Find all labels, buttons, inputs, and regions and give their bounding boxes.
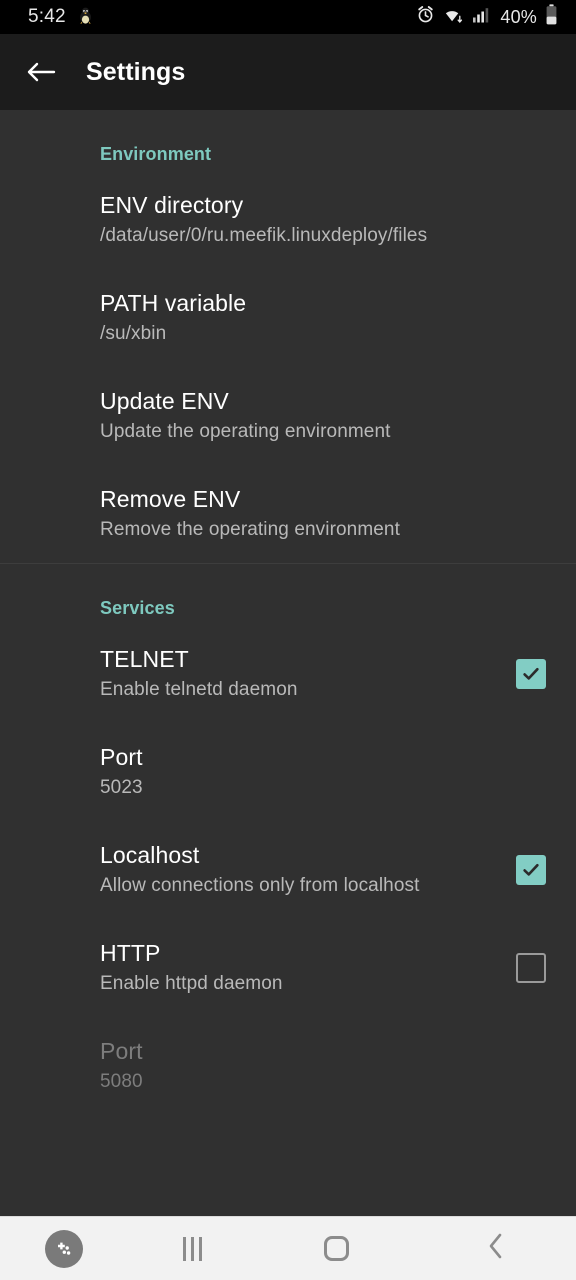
- pref-title: Remove ENV: [100, 486, 241, 512]
- home-button[interactable]: [256, 1236, 416, 1261]
- pref-title: Port: [100, 744, 143, 770]
- game-booster-button[interactable]: [0, 1229, 128, 1268]
- pref-summary: /data/user/0/ru.meefik.linuxdeploy/files: [100, 225, 428, 246]
- pref-title: Update ENV: [100, 388, 229, 414]
- page-title: Settings: [86, 57, 186, 86]
- localhost-checkbox[interactable]: [516, 855, 546, 885]
- alarm-clock-icon: [416, 5, 435, 29]
- android-settings-screen: 5:42 40% Settings Environment ENV direct…: [0, 0, 576, 1280]
- section-environment: Environment ENV directory /data/user/0/r…: [0, 110, 576, 563]
- back-button[interactable]: [416, 1232, 576, 1265]
- system-navigation-bar: [0, 1216, 576, 1280]
- status-bar-left: 5:42: [28, 6, 93, 28]
- settings-list[interactable]: Environment ENV directory /data/user/0/r…: [0, 110, 576, 1280]
- pref-title: ENV directory: [100, 192, 244, 218]
- pref-title: HTTP: [100, 940, 161, 966]
- pref-summary: Update the operating environment: [100, 421, 391, 442]
- cellular-signal-icon: [472, 6, 490, 29]
- pref-telnet[interactable]: TELNET Enable telnetd daemon: [0, 625, 576, 723]
- pref-localhost[interactable]: Localhost Allow connections only from lo…: [0, 821, 576, 919]
- back-chevron-icon: [487, 1232, 505, 1265]
- pref-http-port[interactable]: Port 5080: [0, 1017, 576, 1115]
- pref-title: Localhost: [100, 842, 200, 868]
- recents-icon: [182, 1236, 202, 1261]
- gamepad-icon: [45, 1229, 83, 1268]
- pref-update-env[interactable]: Update ENV Update the operating environm…: [0, 367, 576, 465]
- pref-summary: Enable telnetd daemon: [100, 679, 298, 700]
- pref-title: TELNET: [100, 646, 189, 672]
- http-checkbox[interactable]: [516, 953, 546, 983]
- status-bar-right: 40%: [416, 4, 558, 30]
- pref-summary: Remove the operating environment: [100, 519, 400, 540]
- telnet-checkbox[interactable]: [516, 659, 546, 689]
- pref-summary: 5080: [100, 1071, 143, 1092]
- recents-button[interactable]: [128, 1236, 256, 1261]
- pref-path-variable[interactable]: PATH variable /su/xbin: [0, 269, 576, 367]
- tux-penguin-icon: [78, 7, 93, 27]
- pref-summary: 5023: [100, 777, 143, 798]
- pref-http[interactable]: HTTP Enable httpd daemon: [0, 919, 576, 1017]
- pref-title: Port: [100, 1038, 143, 1064]
- status-bar: 5:42 40%: [0, 0, 576, 34]
- pref-remove-env[interactable]: Remove ENV Remove the operating environm…: [0, 465, 576, 563]
- pref-summary: Enable httpd daemon: [100, 973, 283, 994]
- wifi-icon: [443, 5, 464, 29]
- pref-title: PATH variable: [100, 290, 247, 316]
- section-header-environment: Environment: [100, 144, 212, 164]
- status-clock: 5:42: [28, 6, 66, 27]
- section-header-services: Services: [100, 598, 175, 618]
- back-arrow-icon[interactable]: [24, 55, 58, 89]
- pref-summary: /su/xbin: [100, 323, 167, 344]
- battery-icon: [545, 4, 558, 30]
- toolbar: Settings: [0, 34, 576, 110]
- battery-percent-label: 40%: [500, 6, 537, 27]
- pref-summary: Allow connections only from localhost: [100, 875, 420, 896]
- pref-env-directory[interactable]: ENV directory /data/user/0/ru.meefik.lin…: [0, 171, 576, 269]
- pref-telnet-port[interactable]: Port 5023: [0, 723, 576, 821]
- section-services: Services TELNET Enable telnetd daemon Po…: [0, 563, 576, 1115]
- home-icon: [323, 1236, 349, 1261]
